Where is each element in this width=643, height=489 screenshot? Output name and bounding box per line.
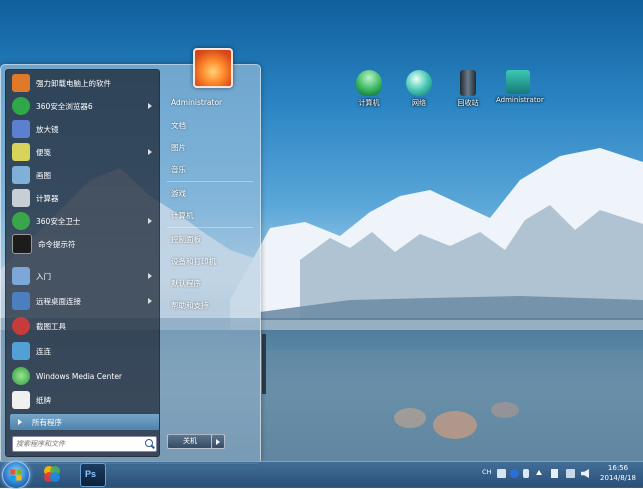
program-item[interactable]: 画图 (6, 164, 159, 186)
photoshop-icon: Ps (85, 469, 97, 479)
all-programs-label: 所有程序 (32, 417, 62, 427)
uninstall-icon (12, 74, 30, 92)
windows-logo-icon (10, 469, 22, 481)
getting-started-icon (12, 267, 30, 285)
snipping-tool-icon (12, 317, 30, 335)
program-item[interactable]: 360安全卫士 (6, 210, 159, 232)
desktop-icon-label: 计算机 (358, 99, 380, 107)
separator (167, 181, 253, 182)
program-label: 计算器 (36, 193, 59, 203)
desktop-icon-recycle-bin[interactable]: 回收站 (446, 70, 490, 108)
search-box[interactable] (12, 436, 157, 452)
keyboard-icon[interactable] (497, 469, 506, 478)
program-item[interactable]: Windows Media Center (6, 365, 159, 387)
program-label: 入门 (36, 271, 51, 281)
browser-360-icon (12, 97, 30, 115)
program-item[interactable]: 强力卸载电脑上的软件 (6, 72, 159, 94)
network-icon (406, 70, 432, 96)
desktop-icon-label: 网络 (412, 99, 426, 107)
cmd-icon (12, 234, 32, 254)
submenu-arrow-icon (148, 218, 152, 224)
solitaire-icon (12, 391, 30, 409)
program-item[interactable]: 入门 (6, 265, 159, 287)
program-item[interactable]: 放大镜 (6, 118, 159, 140)
desktop-icon-network[interactable]: 网络 (397, 70, 441, 108)
remote-desktop-icon (12, 292, 30, 310)
program-item[interactable]: 计算器 (6, 187, 159, 209)
program-label: 360安全浏览器6 (36, 101, 93, 111)
right-item-help-support[interactable]: 帮助和支持 (171, 300, 209, 311)
submenu-arrow-icon (148, 149, 152, 155)
program-label: 纸牌 (36, 395, 51, 405)
program-label: 远程桌面连接 (36, 296, 81, 306)
volume-icon[interactable] (581, 469, 589, 478)
submenu-arrow-icon (148, 273, 152, 279)
clock-date: 2014/8/18 (600, 474, 636, 482)
program-label: 连连 (36, 346, 51, 356)
taskbar-app-photos[interactable] (40, 463, 64, 485)
user-avatar[interactable] (193, 48, 233, 88)
start-menu-programs-pane: 强力卸载电脑上的软件 360安全浏览器6 放大镜 便笺 画图 计算器 360安全… (5, 69, 160, 457)
program-item[interactable]: 连连 (6, 340, 159, 362)
taskbar-app-photoshop[interactable]: Ps (80, 463, 106, 487)
program-item[interactable]: 纸牌 (6, 389, 159, 411)
program-label: 放大镜 (36, 124, 59, 134)
flag-icon[interactable] (551, 469, 558, 478)
start-menu: 强力卸载电脑上的软件 360安全浏览器6 放大镜 便笺 画图 计算器 360安全… (0, 64, 261, 464)
program-item[interactable]: 远程桌面连接 (6, 290, 159, 312)
clock-time: 16:56 (607, 464, 629, 472)
program-item[interactable]: 截图工具 (6, 315, 159, 337)
program-item[interactable]: 360安全浏览器6 (6, 95, 159, 117)
program-label: 画图 (36, 170, 51, 180)
search-input[interactable] (16, 437, 136, 451)
sticky-notes-icon (12, 143, 30, 161)
network-icon[interactable] (566, 469, 575, 478)
submenu-arrow-icon (148, 298, 152, 304)
submenu-arrow-icon (148, 103, 152, 109)
shutdown-options-button[interactable] (211, 434, 225, 449)
recycle-bin-icon (460, 70, 476, 96)
right-item-games[interactable]: 游戏 (171, 188, 186, 199)
arrow-right-icon (18, 419, 22, 425)
program-item[interactable]: 便笺 (6, 141, 159, 163)
program-label: Windows Media Center (36, 371, 123, 381)
program-label: 360安全卫士 (36, 216, 81, 226)
media-center-icon (12, 367, 30, 385)
program-label: 截图工具 (36, 321, 66, 331)
photos-app-icon (44, 466, 60, 482)
sync-icon (12, 342, 30, 360)
pen-icon[interactable] (523, 469, 529, 478)
taskbar-clock[interactable]: 16:56 2014/8/18 (595, 463, 641, 483)
user-folder-icon (506, 70, 530, 94)
program-label: 便笺 (36, 147, 51, 157)
search-icon[interactable] (145, 439, 153, 447)
right-item-control-panel[interactable]: 控制面板 (171, 234, 201, 245)
desktop-icon-label: Administrator (496, 96, 544, 104)
program-item[interactable]: 命令提示符 (6, 233, 159, 255)
program-label: 强力卸载电脑上的软件 (36, 78, 111, 88)
right-item-administrator[interactable]: Administrator (171, 98, 222, 107)
paint-icon (12, 166, 30, 184)
security-360-icon (12, 212, 30, 230)
all-programs-button[interactable]: 所有程序 (10, 414, 159, 430)
computer-icon (356, 70, 382, 96)
right-item-pictures[interactable]: 图片 (171, 142, 186, 153)
ch-language-icon[interactable]: CH (482, 468, 494, 478)
help-icon[interactable] (510, 469, 519, 478)
right-item-documents[interactable]: 文档 (171, 120, 186, 131)
right-item-music[interactable]: 音乐 (171, 164, 186, 175)
magnifier-icon (12, 120, 30, 138)
desktop-icon-label: 回收站 (457, 99, 479, 107)
calculator-icon (12, 189, 30, 207)
shutdown-button[interactable]: 关机 (167, 434, 213, 449)
separator (167, 227, 253, 228)
arrow-up-icon[interactable] (536, 470, 542, 475)
right-item-devices-printers[interactable]: 设备和打印机 (171, 256, 216, 267)
desktop-icon-computer[interactable]: 计算机 (347, 70, 391, 108)
desktop-icon-administrator[interactable]: Administrator (496, 70, 544, 104)
right-item-default-programs[interactable]: 默认程序 (171, 278, 201, 289)
start-button[interactable] (2, 461, 30, 489)
right-item-computer[interactable]: 计算机 (171, 210, 194, 221)
program-label: 命令提示符 (38, 239, 76, 249)
